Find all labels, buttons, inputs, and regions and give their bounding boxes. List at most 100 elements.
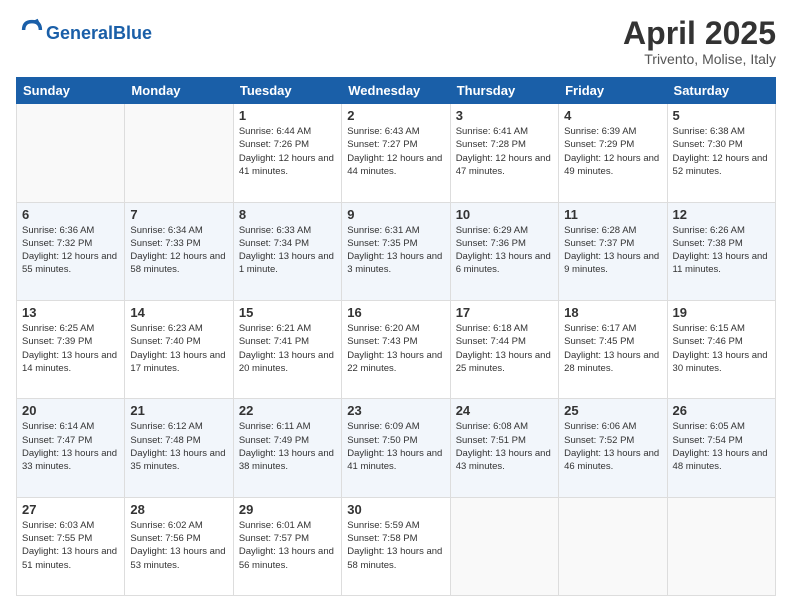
calendar-cell-w3-d2: 14Sunrise: 6:23 AMSunset: 7:40 PMDayligh… [125, 300, 233, 398]
day-number: 17 [456, 305, 553, 320]
day-number: 1 [239, 108, 336, 123]
col-wednesday: Wednesday [342, 78, 450, 104]
day-number: 24 [456, 403, 553, 418]
day-number: 7 [130, 207, 227, 222]
calendar-cell-w5-d4: 30 Sunrise: 5:59 AMSunset: 7:58 PMDayligh… [342, 497, 450, 595]
calendar-title: April 2025 [623, 16, 776, 51]
calendar-week-3: 13 Sunrise: 6:25 AMSunset: 7:39 PMDayligh… [17, 300, 776, 398]
day-detail: Sunrise: 6:20 AMSunset: 7:43 PMDaylight:… [347, 322, 444, 375]
calendar-cell-w2-d2: 7 Sunrise: 6:34 AMSunset: 7:33 PMDaylight… [125, 202, 233, 300]
calendar-week-4: 20 Sunrise: 6:14 AMSunset: 7:47 PMDayligh… [17, 399, 776, 497]
logo: GeneralBlue [16, 16, 152, 49]
day-detail: Sunrise: 6:43 AMSunset: 7:27 PMDaylight:… [347, 125, 444, 178]
calendar-cell-w2-d5: 10 Sunrise: 6:29 AMSunset: 7:36 PMDayligh… [450, 202, 558, 300]
day-detail: Sunrise: 6:34 AMSunset: 7:33 PMDaylight:… [130, 224, 227, 277]
calendar-cell-w4-d2: 21 Sunrise: 6:12 AMSunset: 7:48 PMDayligh… [125, 399, 233, 497]
calendar-cell-w1-d3: 1 Sunrise: 6:44 AMSunset: 7:26 PMDaylight… [233, 104, 341, 202]
day-detail: Sunrise: 6:39 AMSunset: 7:29 PMDaylight:… [564, 125, 661, 178]
calendar-cell-w1-d5: 3Sunrise: 6:41 AMSunset: 7:28 PMDaylight… [450, 104, 558, 202]
day-detail: Sunrise: 6:11 AMSunset: 7:49 PMDaylight:… [239, 420, 336, 473]
day-number: 15 [239, 305, 336, 320]
calendar-cell-w4-d3: 22Sunrise: 6:11 AMSunset: 7:49 PMDayligh… [233, 399, 341, 497]
day-detail: Sunrise: 6:17 AMSunset: 7:45 PMDaylight:… [564, 322, 661, 375]
day-detail: Sunrise: 6:14 AMSunset: 7:47 PMDaylight:… [22, 420, 119, 473]
day-detail: Sunrise: 6:08 AMSunset: 7:51 PMDaylight:… [456, 420, 553, 473]
day-detail: Sunrise: 6:01 AMSunset: 7:57 PMDaylight:… [239, 519, 336, 572]
calendar-week-5: 27Sunrise: 6:03 AMSunset: 7:55 PMDayligh… [17, 497, 776, 595]
calendar-cell-w3-d1: 13 Sunrise: 6:25 AMSunset: 7:39 PMDayligh… [17, 300, 125, 398]
col-friday: Friday [559, 78, 667, 104]
calendar-cell-w4-d6: 25 Sunrise: 6:06 AMSunset: 7:52 PMDayligh… [559, 399, 667, 497]
day-number: 13 [22, 305, 119, 320]
day-detail: Sunrise: 6:44 AMSunset: 7:26 PMDaylight:… [239, 125, 336, 178]
day-detail: Sunrise: 6:15 AMSunset: 7:46 PMDaylight:… [673, 322, 770, 375]
calendar-cell-w5-d5 [450, 497, 558, 595]
day-number: 30 [347, 502, 444, 517]
calendar-cell-w5-d1: 27Sunrise: 6:03 AMSunset: 7:55 PMDayligh… [17, 497, 125, 595]
day-number: 23 [347, 403, 444, 418]
day-number: 16 [347, 305, 444, 320]
calendar-cell-w4-d7: 26 Sunrise: 6:05 AMSunset: 7:54 PMDayligh… [667, 399, 775, 497]
calendar-cell-w4-d1: 20 Sunrise: 6:14 AMSunset: 7:47 PMDayligh… [17, 399, 125, 497]
day-number: 19 [673, 305, 770, 320]
day-detail: Sunrise: 6:12 AMSunset: 7:48 PMDaylight:… [130, 420, 227, 473]
col-tuesday: Tuesday [233, 78, 341, 104]
calendar-week-2: 6Sunrise: 6:36 AMSunset: 7:32 PMDaylight… [17, 202, 776, 300]
day-number: 11 [564, 207, 661, 222]
day-number: 20 [22, 403, 119, 418]
calendar-cell-w1-d7: 5Sunrise: 6:38 AMSunset: 7:30 PMDaylight… [667, 104, 775, 202]
day-number: 14 [130, 305, 227, 320]
calendar-cell-w4-d4: 23 Sunrise: 6:09 AMSunset: 7:50 PMDayligh… [342, 399, 450, 497]
day-detail: Sunrise: 6:18 AMSunset: 7:44 PMDaylight:… [456, 322, 553, 375]
day-detail: Sunrise: 6:05 AMSunset: 7:54 PMDaylight:… [673, 420, 770, 473]
calendar-cell-w3-d5: 17 Sunrise: 6:18 AMSunset: 7:44 PMDayligh… [450, 300, 558, 398]
day-number: 21 [130, 403, 227, 418]
day-number: 5 [673, 108, 770, 123]
day-number: 9 [347, 207, 444, 222]
calendar-cell-w3-d7: 19 Sunrise: 6:15 AMSunset: 7:46 PMDayligh… [667, 300, 775, 398]
calendar-table: Sunday Monday Tuesday Wednesday Thursday… [16, 77, 776, 596]
logo-icon [18, 16, 46, 44]
day-detail: Sunrise: 6:33 AMSunset: 7:34 PMDaylight:… [239, 224, 336, 277]
day-number: 2 [347, 108, 444, 123]
day-number: 3 [456, 108, 553, 123]
day-number: 25 [564, 403, 661, 418]
day-detail: Sunrise: 5:59 AMSunset: 7:58 PMDaylight:… [347, 519, 444, 572]
calendar-cell-w5-d3: 29 Sunrise: 6:01 AMSunset: 7:57 PMDayligh… [233, 497, 341, 595]
calendar-cell-w2-d6: 11Sunrise: 6:28 AMSunset: 7:37 PMDayligh… [559, 202, 667, 300]
day-detail: Sunrise: 6:09 AMSunset: 7:50 PMDaylight:… [347, 420, 444, 473]
day-number: 12 [673, 207, 770, 222]
logo-blue: Blue [113, 23, 152, 43]
calendar-cell-w1-d6: 4 Sunrise: 6:39 AMSunset: 7:29 PMDaylight… [559, 104, 667, 202]
calendar-cell-w5-d6 [559, 497, 667, 595]
day-number: 18 [564, 305, 661, 320]
day-number: 8 [239, 207, 336, 222]
calendar-subtitle: Trivento, Molise, Italy [623, 51, 776, 67]
calendar-cell-w2-d7: 12 Sunrise: 6:26 AMSunset: 7:38 PMDayligh… [667, 202, 775, 300]
title-block: April 2025 Trivento, Molise, Italy [623, 16, 776, 67]
calendar-cell-w1-d2 [125, 104, 233, 202]
day-detail: Sunrise: 6:36 AMSunset: 7:32 PMDaylight:… [22, 224, 119, 277]
day-number: 10 [456, 207, 553, 222]
calendar-cell-w3-d4: 16 Sunrise: 6:20 AMSunset: 7:43 PMDayligh… [342, 300, 450, 398]
day-detail: Sunrise: 6:03 AMSunset: 7:55 PMDaylight:… [22, 519, 119, 572]
logo-text: GeneralBlue [46, 24, 152, 42]
day-detail: Sunrise: 6:29 AMSunset: 7:36 PMDaylight:… [456, 224, 553, 277]
day-number: 29 [239, 502, 336, 517]
day-detail: Sunrise: 6:31 AMSunset: 7:35 PMDaylight:… [347, 224, 444, 277]
day-detail: Sunrise: 6:02 AMSunset: 7:56 PMDaylight:… [130, 519, 227, 572]
logo-general: General [46, 23, 113, 43]
col-monday: Monday [125, 78, 233, 104]
day-number: 26 [673, 403, 770, 418]
col-saturday: Saturday [667, 78, 775, 104]
calendar-cell-w3-d6: 18 Sunrise: 6:17 AMSunset: 7:45 PMDayligh… [559, 300, 667, 398]
calendar-cell-w4-d5: 24 Sunrise: 6:08 AMSunset: 7:51 PMDayligh… [450, 399, 558, 497]
day-detail: Sunrise: 6:26 AMSunset: 7:38 PMDaylight:… [673, 224, 770, 277]
col-sunday: Sunday [17, 78, 125, 104]
header: GeneralBlue April 2025 Trivento, Molise,… [16, 16, 776, 67]
calendar-cell-w2-d1: 6Sunrise: 6:36 AMSunset: 7:32 PMDaylight… [17, 202, 125, 300]
day-detail: Sunrise: 6:25 AMSunset: 7:39 PMDaylight:… [22, 322, 119, 375]
day-number: 4 [564, 108, 661, 123]
calendar-cell-w2-d4: 9 Sunrise: 6:31 AMSunset: 7:35 PMDaylight… [342, 202, 450, 300]
day-detail: Sunrise: 6:06 AMSunset: 7:52 PMDaylight:… [564, 420, 661, 473]
